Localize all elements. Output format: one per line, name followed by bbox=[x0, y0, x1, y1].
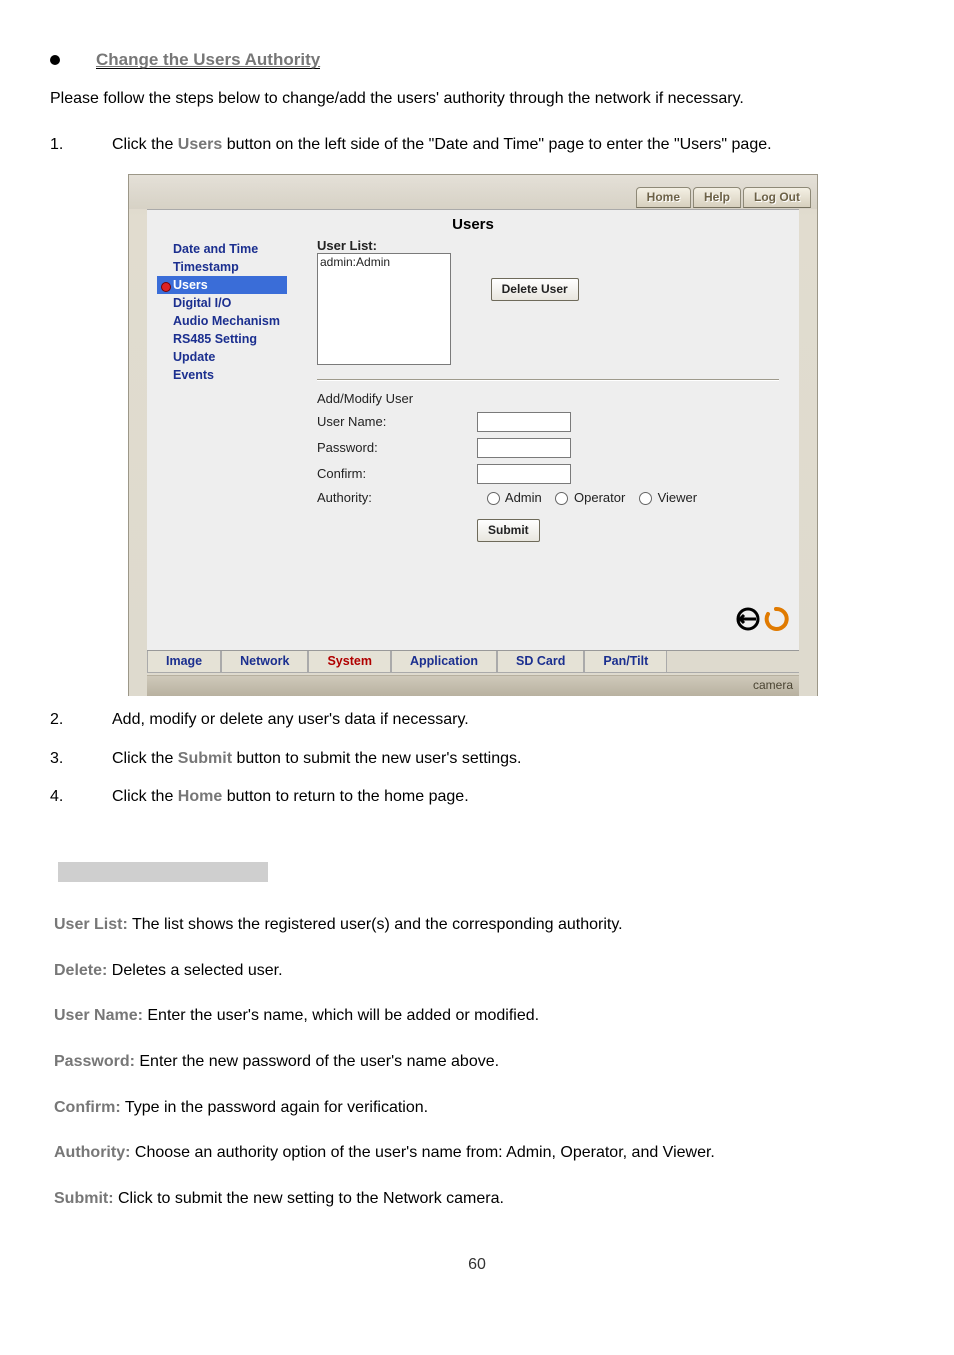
step-3-num: 3. bbox=[50, 745, 70, 774]
home-tab[interactable]: Home bbox=[636, 187, 691, 208]
tab-sdcard[interactable]: SD Card bbox=[497, 651, 584, 673]
confirm-input[interactable] bbox=[477, 464, 571, 484]
def-password: Password: Enter the new password of the … bbox=[54, 1049, 904, 1075]
step-1-num: 1. bbox=[50, 131, 70, 160]
sidebar-item-timestamp[interactable]: Timestamp bbox=[157, 258, 287, 276]
sidebar-item-digital-io[interactable]: Digital I/O bbox=[157, 294, 287, 312]
submit-button[interactable]: Submit bbox=[477, 519, 540, 542]
section-heading: Change the Users Authority bbox=[96, 50, 320, 69]
def-authority: Authority: Choose an authority option of… bbox=[54, 1140, 904, 1166]
authority-viewer-label: Viewer bbox=[658, 490, 698, 505]
tab-pantilt[interactable]: Pan/Tilt bbox=[584, 651, 667, 673]
add-modify-heading: Add/Modify User bbox=[317, 391, 779, 406]
description-header-bar: Description of function keys: bbox=[58, 862, 268, 882]
page-number: 60 bbox=[50, 1256, 904, 1274]
authority-operator-radio[interactable] bbox=[555, 492, 568, 505]
sidebar-item-users[interactable]: Users bbox=[157, 276, 287, 294]
logout-tab[interactable]: Log Out bbox=[743, 187, 811, 208]
def-submit: Submit: Click to submit the new setting … bbox=[54, 1186, 904, 1212]
step-4-num: 4. bbox=[50, 783, 70, 812]
def-delete: Delete: Deletes a selected user. bbox=[54, 958, 904, 984]
page-title: Users bbox=[147, 210, 799, 239]
step-1-text: Click the Users button on the left side … bbox=[112, 131, 904, 160]
sidebar-item-rs485[interactable]: RS485 Setting bbox=[157, 330, 287, 348]
password-input[interactable] bbox=[477, 438, 571, 458]
authority-label: Authority: bbox=[317, 490, 477, 505]
user-list-item[interactable]: admin:Admin bbox=[320, 255, 448, 269]
step-2-text: Add, modify or delete any user's data if… bbox=[112, 706, 904, 735]
sidebar-item-update[interactable]: Update bbox=[157, 348, 287, 366]
step-3-text: Click the Submit button to submit the ne… bbox=[112, 745, 904, 774]
def-confirm: Confirm: Type in the password again for … bbox=[54, 1095, 904, 1121]
bullet-icon bbox=[50, 55, 60, 65]
step-4-text: Click the Home button to return to the h… bbox=[112, 783, 904, 812]
users-page-screenshot: Home Help Log Out Users Date and Time Ti… bbox=[128, 174, 818, 696]
user-list[interactable]: admin:Admin bbox=[317, 253, 451, 365]
authority-admin-radio[interactable] bbox=[487, 492, 500, 505]
tab-application[interactable]: Application bbox=[391, 651, 497, 673]
step-2-num: 2. bbox=[50, 706, 70, 735]
sidebar-item-audio[interactable]: Audio Mechanism bbox=[157, 312, 287, 330]
user-list-label: User List: bbox=[317, 238, 451, 253]
sidebar-item-events[interactable]: Events bbox=[157, 366, 287, 384]
tab-network[interactable]: Network bbox=[221, 651, 308, 673]
delete-user-button[interactable]: Delete User bbox=[491, 278, 579, 301]
authority-admin-label: Admin bbox=[505, 490, 542, 505]
decor-swirl-icons bbox=[735, 606, 789, 632]
help-tab[interactable]: Help bbox=[693, 187, 741, 208]
def-userlist: User List: The list shows the registered… bbox=[54, 912, 904, 938]
authority-operator-label: Operator bbox=[574, 490, 625, 505]
confirm-label: Confirm: bbox=[317, 466, 477, 481]
authority-viewer-radio[interactable] bbox=[639, 492, 652, 505]
username-input[interactable] bbox=[477, 412, 571, 432]
password-label: Password: bbox=[317, 440, 477, 455]
intro-text: Please follow the steps below to change/… bbox=[50, 87, 904, 111]
tab-image[interactable]: Image bbox=[147, 651, 221, 673]
sidebar-item-date-time[interactable]: Date and Time bbox=[157, 240, 287, 258]
tab-system[interactable]: System bbox=[308, 651, 390, 673]
def-username: User Name: Enter the user's name, which … bbox=[54, 1003, 904, 1029]
username-label: User Name: bbox=[317, 414, 477, 429]
footer-brand: camera bbox=[147, 675, 799, 696]
